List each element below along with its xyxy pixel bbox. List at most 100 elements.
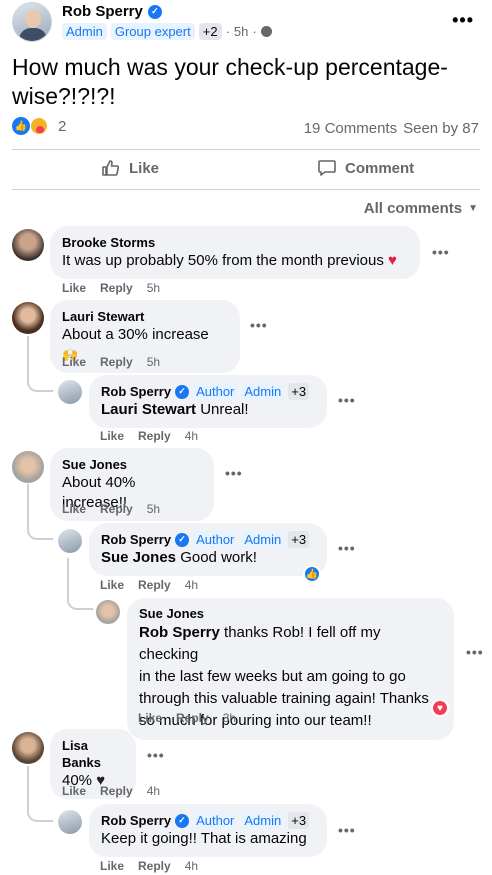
comment-time[interactable]: 4h <box>185 429 198 443</box>
comment-bubble: Brooke Storms It was up probably 50% fro… <box>50 226 420 279</box>
more-badges[interactable]: +3 <box>288 531 310 548</box>
commenter-name[interactable]: Rob Sperry <box>101 531 171 548</box>
like-reaction-icon[interactable]: 👍 <box>303 565 321 583</box>
comment-reply-button[interactable]: Reply <box>100 281 133 295</box>
commenter-avatar[interactable] <box>96 600 120 624</box>
comment-reply-button[interactable]: Reply <box>100 784 133 798</box>
love-reaction-icon[interactable]: ♥ <box>431 699 449 717</box>
author-badge[interactable]: Author <box>193 812 238 829</box>
comment-actions: Like Reply 5h <box>62 355 160 369</box>
comment-like-button[interactable]: Like <box>138 711 162 725</box>
comments-count[interactable]: 19 Comments <box>304 120 397 137</box>
comment-like-button[interactable]: Like <box>100 429 124 443</box>
comment-like-button[interactable]: Like <box>100 578 124 592</box>
reaction-summary[interactable]: 👍 2 <box>12 117 66 135</box>
comment-text-line: in the last few weeks but am going to go <box>139 668 406 685</box>
verified-badge-icon: ✓ <box>147 4 162 19</box>
comment-reply-button[interactable]: Reply <box>138 859 171 873</box>
comment-time[interactable]: 5h <box>147 502 160 516</box>
like-reaction-icon: 👍 <box>12 117 30 135</box>
post-time[interactable]: 5h <box>234 24 248 39</box>
comment-reply-button[interactable]: Reply <box>138 429 171 443</box>
author-name[interactable]: Rob Sperry <box>62 3 143 20</box>
comment-like-button[interactable]: Like <box>62 502 86 516</box>
admin-badge[interactable]: Admin <box>241 812 285 829</box>
commenter-name[interactable]: Lisa Banks <box>62 737 124 771</box>
more-badges[interactable]: +3 <box>288 383 310 400</box>
comment-like-button[interactable]: Like <box>62 355 86 369</box>
comment-options-icon[interactable]: ••• <box>338 540 356 556</box>
commenter-avatar[interactable] <box>58 810 82 834</box>
commenter-avatar[interactable] <box>12 732 44 764</box>
divider <box>12 189 480 190</box>
like-button[interactable]: Like <box>101 158 159 178</box>
meta-separator: · <box>252 24 257 39</box>
post-badges: Admin Group expert +2 · 5h · <box>62 23 272 40</box>
post-author-avatar[interactable] <box>12 2 52 42</box>
comment-options-icon[interactable]: ••• <box>338 822 356 838</box>
admin-badge[interactable]: Admin <box>62 23 107 40</box>
comment-options-icon[interactable]: ••• <box>338 392 356 408</box>
comment-actions: Like Reply 5h <box>62 502 160 516</box>
commenter-name[interactable]: Sue Jones <box>139 605 204 622</box>
comment-like-button[interactable]: Like <box>100 859 124 873</box>
reply-thread-line <box>67 558 93 610</box>
group-expert-badge[interactable]: Group expert <box>110 23 195 40</box>
comment-time[interactable]: 5h <box>147 355 160 369</box>
commenter-avatar[interactable] <box>58 380 82 404</box>
comment-icon <box>318 160 336 176</box>
comment-text: Good work! <box>180 549 257 566</box>
caret-down-icon: ▼ <box>468 203 478 214</box>
commenter-avatar[interactable] <box>12 451 44 483</box>
comment-reply-button[interactable]: Reply <box>176 711 209 725</box>
comment-options-icon[interactable]: ••• <box>466 644 484 660</box>
comment-actions: Like Reply 4h <box>100 859 198 873</box>
comment-like-button[interactable]: Like <box>62 784 86 798</box>
more-options-icon[interactable]: ••• <box>452 10 474 31</box>
comment-reply-button[interactable]: Reply <box>100 355 133 369</box>
comment-filter-dropdown[interactable]: All comments ▼ <box>364 200 478 217</box>
commenter-name[interactable]: Rob Sperry <box>101 383 171 400</box>
commenter-name[interactable]: Rob Sperry <box>101 812 171 829</box>
comment-options-icon[interactable]: ••• <box>432 244 450 260</box>
reply-thread-line <box>27 336 53 392</box>
comment-time[interactable]: 4h <box>147 784 160 798</box>
comment-actions: Like Reply 4h <box>100 429 198 443</box>
comment-options-icon[interactable]: ••• <box>147 747 165 763</box>
comment-text: It was up probably 50% from the month pr… <box>62 252 384 269</box>
mention-tag[interactable]: Rob Sperry <box>139 624 220 641</box>
comment-like-button[interactable]: Like <box>62 281 86 295</box>
comment-reply-button[interactable]: Reply <box>100 502 133 516</box>
comment-text: Unreal! <box>200 401 249 418</box>
comment-time[interactable]: 4h <box>185 859 198 873</box>
like-label: Like <box>129 159 160 177</box>
commenter-avatar[interactable] <box>12 302 44 334</box>
post-author-name[interactable]: Rob Sperry ✓ <box>62 3 162 20</box>
verified-badge-icon: ✓ <box>175 813 190 828</box>
mention-tag[interactable]: Lauri Stewart <box>101 401 196 418</box>
commenter-name[interactable]: Brooke Storms <box>62 234 155 251</box>
commenter-avatar[interactable] <box>12 229 44 261</box>
comment-reply-button[interactable]: Reply <box>138 578 171 592</box>
author-badge[interactable]: Author <box>193 531 238 548</box>
admin-badge[interactable]: Admin <box>241 383 285 400</box>
commenter-avatar[interactable] <box>58 529 82 553</box>
commenter-name[interactable]: Sue Jones <box>62 456 127 473</box>
comment-options-icon[interactable]: ••• <box>225 465 243 481</box>
comment-text-line: through this valuable training again! Th… <box>139 690 429 707</box>
reply-thread-line <box>27 484 53 540</box>
reply-bubble: Rob Sperry ✓ Author Admin +3 Sue Jones G… <box>89 523 327 576</box>
mention-tag[interactable]: Sue Jones <box>101 549 176 566</box>
comment-button[interactable]: Comment <box>317 158 414 178</box>
commenter-name[interactable]: Lauri Stewart <box>62 308 144 325</box>
comment-time[interactable]: 4h <box>185 578 198 592</box>
comment-time[interactable]: 3h <box>223 711 236 725</box>
comment-time[interactable]: 5h <box>147 281 160 295</box>
post-text: How much was your check-up percentage-wi… <box>12 54 448 109</box>
admin-badge[interactable]: Admin <box>241 531 285 548</box>
author-badge[interactable]: Author <box>193 383 238 400</box>
more-badges[interactable]: +2 <box>198 23 222 40</box>
seen-by[interactable]: Seen by 87 <box>403 120 479 137</box>
more-badges[interactable]: +3 <box>288 812 310 829</box>
comment-options-icon[interactable]: ••• <box>250 317 268 333</box>
